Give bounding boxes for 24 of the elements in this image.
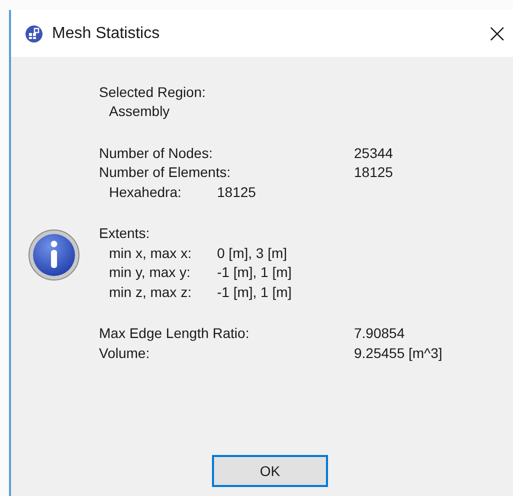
stat-label: min y, max y: — [108, 264, 192, 280]
app-icon — [25, 24, 43, 42]
ok-button[interactable]: OK — [212, 455, 328, 487]
stat-label: Selected Region: — [99, 84, 207, 100]
stat-label: Hexahedra: — [108, 184, 182, 200]
stat-label: Max Edge Length Ratio: — [99, 325, 250, 342]
stat-value: 7.90854 — [354, 325, 405, 342]
close-button[interactable]: × — [486, 20, 508, 46]
info-icon — [28, 229, 80, 281]
stat-value: 9.25455 [m^3] — [354, 344, 442, 361]
stat-value: 18125 — [217, 184, 256, 200]
stat-value: -1 [m], 1 [m] — [217, 284, 292, 300]
stat-value: 18125 — [354, 164, 393, 180]
stat-label: Number of Elements: — [99, 164, 232, 180]
stat-value: -1 [m], 1 [m] — [217, 264, 292, 280]
stat-label: min z, max z: — [108, 284, 192, 300]
stat-label: Volume: — [99, 344, 151, 361]
stat-value: 25344 — [354, 144, 393, 161]
stat-label: Assembly — [108, 103, 171, 120]
window-title: Mesh Statistics — [52, 24, 160, 42]
stat-label: min x, max x: — [108, 244, 192, 261]
stat-label: Number of Nodes: — [99, 144, 214, 161]
stat-label: Extents: — [99, 225, 151, 242]
stat-value: 0 [m], 3 [m] — [217, 244, 288, 261]
